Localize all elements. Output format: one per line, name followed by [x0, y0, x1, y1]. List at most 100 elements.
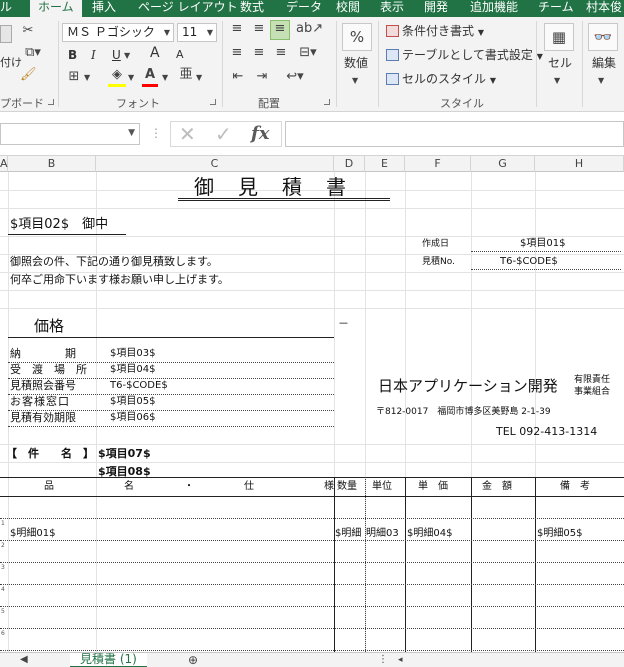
detail-note: $明細05$ [537, 528, 583, 539]
tab-insert[interactable]: 挿入 [92, 0, 116, 17]
cell-styles-icon [386, 73, 399, 85]
insert-function-button[interactable]: fx [251, 123, 269, 145]
addressee-underline [8, 234, 126, 235]
name-box[interactable]: ▼ [0, 123, 140, 145]
user-name[interactable]: 村本俊 [586, 0, 622, 17]
phonetic-icon[interactable]: 亜 [176, 67, 196, 83]
chevron-down-icon[interactable]: ▼ [598, 73, 604, 89]
align-bottom-icon[interactable]: ≡ [270, 20, 290, 40]
alignment-launcher-icon[interactable] [324, 99, 330, 105]
chevron-down-icon[interactable]: ▼ [84, 70, 90, 86]
editing-button[interactable]: 編集 [592, 55, 616, 71]
format-painter-icon[interactable]: 🖌 [20, 67, 37, 83]
wrap-text-icon[interactable]: ↩▾ [282, 69, 308, 85]
cell-styles-label: セルのスタイル [402, 72, 487, 86]
enter-icon[interactable]: ✓ [215, 123, 232, 145]
cell-styles-button[interactable]: セルのスタイル ▼ [386, 71, 496, 89]
cut-icon[interactable]: ✂ [20, 23, 36, 39]
ribbon: 付け ✂ ⧉▾ 🖌 プボード ＭＳ Ｐゴシック ▼ 11 ▼ B I U ▼ A A… [0, 17, 624, 112]
copy-icon[interactable]: ⧉▾ [20, 45, 46, 61]
column-header-c[interactable]: C [96, 156, 334, 172]
column-header-f[interactable]: F [405, 156, 471, 172]
chevron-down-icon[interactable]: ▼ [128, 128, 135, 138]
format-as-table-button[interactable]: テーブルとして書式設定 ▼ [386, 47, 543, 65]
greeting-line-2: 何卒ご用命下います様お願い申し上げます。 [10, 273, 229, 286]
worksheet[interactable]: 御 見 積 書 $項目02$ 御中 作成日 $項目01$ 見積No. T6-$C… [0, 172, 624, 652]
formula-input[interactable] [285, 121, 624, 147]
orientation-icon[interactable]: ab↗ [296, 21, 323, 37]
align-top-icon[interactable]: ≡ [228, 21, 246, 37]
tab-home[interactable]: ホーム [30, 0, 82, 17]
addressee: $項目02$ 御中 [10, 217, 109, 232]
cells-icon[interactable]: ▦ [544, 23, 574, 51]
column-header-h[interactable]: H [535, 156, 624, 172]
chevron-down-icon[interactable]: ▼ [162, 70, 168, 86]
column-header-a[interactable]: A [0, 156, 8, 172]
font-name-combo[interactable]: ＭＳ Ｐゴシック ▼ [62, 23, 174, 42]
number-format-button[interactable]: 数値 [344, 55, 368, 71]
chevron-down-icon[interactable]: ▼ [128, 70, 134, 86]
tab-page-layout[interactable]: ページ レイアウト [138, 0, 238, 17]
dotted-line [8, 426, 334, 427]
date-value: $項目01$ [520, 238, 566, 249]
font-size-combo[interactable]: 11 ▼ [177, 23, 217, 42]
gridline [0, 208, 624, 209]
tab-data[interactable]: データ [286, 0, 322, 17]
grow-font-button[interactable]: A [150, 45, 160, 61]
cells-button[interactable]: セル [548, 55, 572, 71]
increase-indent-icon[interactable]: ⇥ [252, 69, 272, 85]
shrink-font-button[interactable]: A [176, 47, 184, 63]
binoculars-icon[interactable]: 👓 [588, 23, 618, 51]
fill-color-icon[interactable]: ◈ [108, 67, 126, 83]
chevron-down-icon[interactable]: ▼ [352, 73, 358, 89]
chevron-down-icon[interactable]: ▼ [196, 70, 202, 86]
row-number: 3 [1, 564, 5, 571]
delivery-label: 納 期 [10, 347, 76, 360]
column-header-d[interactable]: D [334, 156, 365, 172]
borders-icon[interactable]: ⊞ [66, 69, 82, 85]
underline-button[interactable]: U [112, 47, 121, 63]
tab-view[interactable]: 表示 [380, 0, 404, 17]
tab-file[interactable]: ル [0, 0, 16, 17]
conditional-format-label: 条件付き書式 [402, 24, 475, 38]
tab-developer[interactable]: 開発 [424, 0, 448, 17]
split-handle-icon[interactable]: ⋮ [378, 653, 388, 667]
alignment-group-label: 配置 [258, 97, 280, 110]
tab-team[interactable]: チーム [538, 0, 574, 17]
italic-button[interactable]: I [91, 47, 96, 63]
sheet-tab[interactable]: 見積書 (1) [70, 653, 147, 667]
cancel-icon[interactable]: ✕ [179, 123, 196, 145]
chevron-down-icon[interactable]: ▼ [554, 73, 560, 89]
table-divider [365, 477, 366, 652]
decrease-indent-icon[interactable]: ⇤ [228, 69, 248, 85]
column-header-b[interactable]: B [8, 156, 96, 172]
conditional-format-button[interactable]: 条件付き書式 ▼ [386, 23, 484, 41]
merge-center-icon[interactable]: ⊟▾ [296, 45, 320, 61]
chevron-down-icon[interactable]: ▼ [124, 48, 130, 64]
clipboard-launcher-icon[interactable] [48, 99, 54, 105]
detail-qty: $明細 [335, 528, 362, 539]
align-center-icon[interactable]: ≡ [250, 45, 268, 61]
tab-formulas[interactable]: 数式 [240, 0, 264, 17]
scroll-left-arrow-icon[interactable]: ◂ [398, 653, 403, 667]
tab-review[interactable]: 校閲 [336, 0, 360, 17]
align-middle-icon[interactable]: ≡ [250, 21, 268, 37]
tab-addins[interactable]: 追加機能 [470, 0, 518, 17]
column-header-g[interactable]: G [471, 156, 535, 172]
header-note: 備 考 [560, 481, 590, 492]
scroll-left-icon[interactable]: ◀ [20, 653, 28, 667]
paste-label[interactable]: 付け [0, 55, 22, 71]
add-sheet-icon[interactable]: ⊕ [188, 653, 198, 667]
font-launcher-icon[interactable] [210, 99, 216, 105]
bold-button[interactable]: B [68, 47, 77, 63]
dotted-line [471, 269, 621, 270]
align-left-icon[interactable]: ≡ [228, 45, 246, 61]
formula-bar-grip-icon[interactable]: ⋮ [150, 126, 162, 140]
font-color-icon[interactable]: A [142, 67, 158, 83]
gridline [0, 462, 624, 463]
paste-icon[interactable] [0, 25, 12, 43]
percent-icon[interactable]: % [342, 23, 372, 51]
column-header-e[interactable]: E [365, 156, 405, 172]
align-right-icon[interactable]: ≡ [272, 45, 290, 61]
chevron-down-icon: ▼ [477, 28, 484, 37]
